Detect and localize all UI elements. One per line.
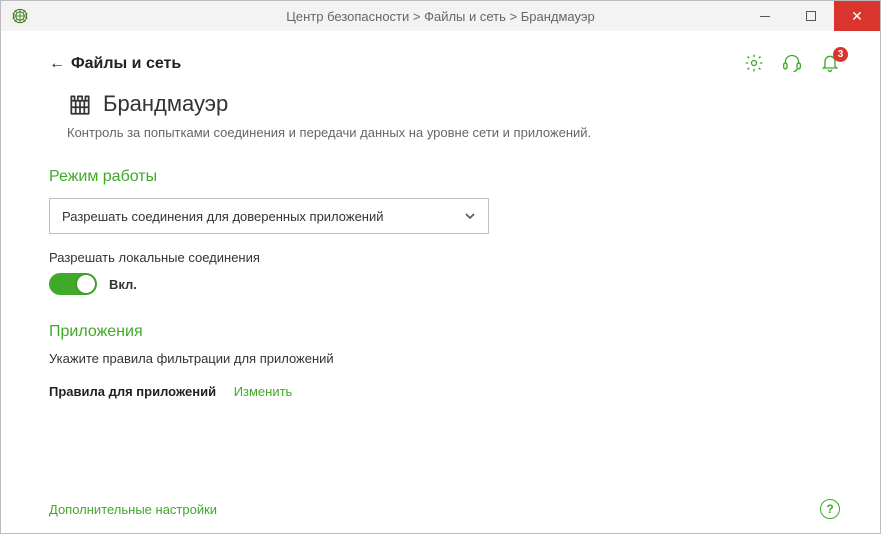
minimize-button[interactable] — [742, 1, 788, 31]
chevron-down-icon — [464, 210, 476, 222]
back-arrow-icon: ← — [49, 55, 65, 73]
notification-badge: 3 — [833, 47, 848, 62]
more-settings-link[interactable]: Дополнительные настройки — [49, 502, 217, 517]
back-link[interactable]: ← Файлы и сеть — [49, 55, 832, 73]
mode-section-title: Режим работы — [49, 168, 832, 186]
page-title: Брандмауэр — [103, 91, 228, 117]
app-rules-label: Правила для приложений — [49, 384, 216, 399]
support-icon[interactable] — [782, 53, 802, 73]
maximize-button[interactable] — [788, 1, 834, 31]
bell-icon[interactable]: 3 — [820, 53, 840, 73]
apps-description: Укажите правила фильтрации для приложени… — [49, 351, 832, 366]
apps-section-title: Приложения — [49, 323, 832, 341]
firewall-icon — [67, 91, 93, 117]
page-description: Контроль за попытками соединения и перед… — [67, 125, 832, 140]
local-connections-label: Разрешать локальные соединения — [49, 250, 832, 265]
back-label: Файлы и сеть — [71, 55, 181, 73]
local-connections-toggle[interactable] — [49, 273, 97, 295]
app-logo-icon — [9, 5, 31, 27]
mode-select-value: Разрешать соединения для доверенных прил… — [62, 209, 384, 224]
change-link[interactable]: Изменить — [234, 384, 293, 399]
close-button[interactable]: ✕ — [834, 1, 880, 31]
help-icon[interactable]: ? — [820, 499, 840, 519]
titlebar: Центр безопасности > Файлы и сеть > Бран… — [1, 1, 880, 31]
window-controls: ✕ — [742, 1, 880, 31]
mode-select[interactable]: Разрешать соединения для доверенных прил… — [49, 198, 489, 234]
toggle-state-label: Вкл. — [109, 277, 137, 292]
gear-icon[interactable] — [744, 53, 764, 73]
